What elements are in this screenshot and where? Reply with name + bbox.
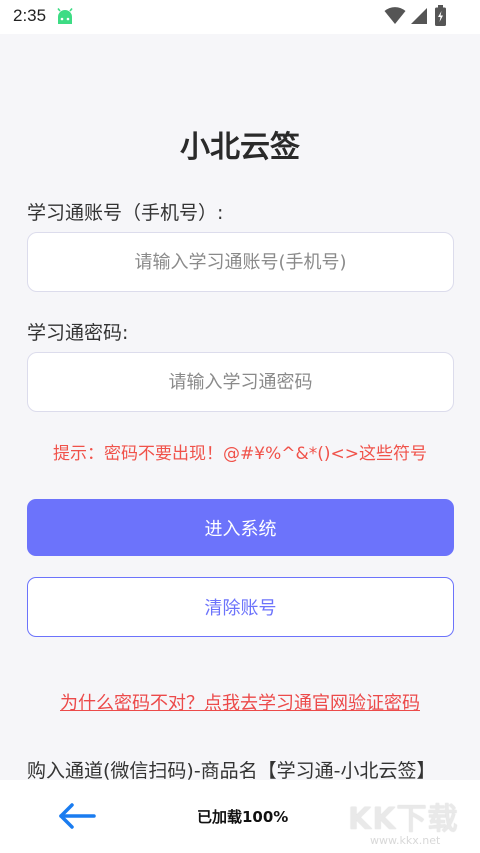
- wifi-icon: [384, 7, 406, 24]
- back-arrow-icon[interactable]: [58, 802, 96, 830]
- status-time: 2:35: [13, 6, 47, 25]
- watermark-url: www.kkx.net: [370, 834, 441, 847]
- clear-account-button[interactable]: 清除账号: [27, 577, 454, 637]
- watermark-text: KK下载: [348, 802, 459, 837]
- verify-password-link[interactable]: 为什么密码不对？点我去学习通官网验证密码: [0, 689, 480, 715]
- account-input[interactable]: [27, 232, 454, 292]
- watermark-logo: KK下载 www.kkx.net: [348, 794, 474, 850]
- account-label: 学习通账号（手机号）:: [27, 202, 224, 224]
- password-input[interactable]: [27, 352, 454, 412]
- page-title: 小北云签: [180, 130, 300, 165]
- password-tip: 提示：密码不要出现！@#¥%^&*()<>这些符号: [53, 444, 427, 464]
- status-bar: 2:35: [0, 0, 480, 34]
- login-page: 小北云签 学习通账号（手机号）: 学习通密码: 提示：密码不要出现！@#¥%^&…: [0, 46, 480, 782]
- login-button[interactable]: 进入系统: [27, 499, 454, 556]
- bottom-bar: 已加载100% KK下载 www.kkx.net: [0, 780, 480, 853]
- android-icon: [57, 8, 73, 24]
- signal-icon: [411, 8, 427, 24]
- load-status: 已加载100%: [197, 808, 289, 826]
- battery-icon: [435, 5, 446, 26]
- password-label: 学习通密码:: [27, 322, 129, 344]
- purchase-channel-text: 购入通道(微信扫码)-商品名【学习通-小北云签】: [27, 760, 436, 782]
